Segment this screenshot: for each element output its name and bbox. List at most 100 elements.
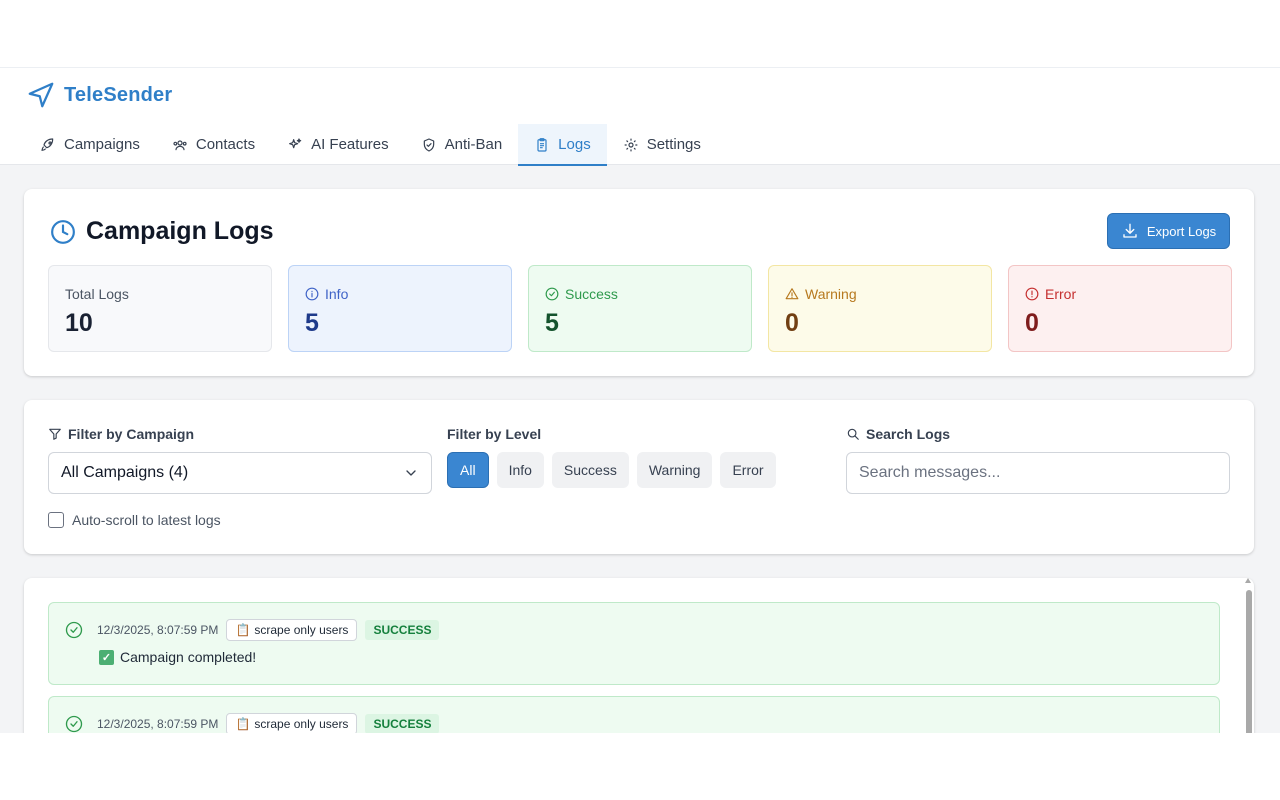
log-timestamp: 12/3/2025, 8:07:59 PM: [97, 623, 219, 637]
tab-ai-features[interactable]: AI Features: [271, 124, 405, 165]
download-icon: [1123, 223, 1137, 238]
log-timestamp: 12/3/2025, 8:07:59 PM: [97, 717, 219, 731]
tab-contacts[interactable]: Contacts: [156, 124, 271, 165]
top-blank-band: [0, 0, 1280, 68]
tab-label: Anti-Ban: [444, 136, 503, 153]
stat-warning-label: Warning: [805, 286, 857, 302]
tab-label: Settings: [646, 136, 701, 153]
auto-scroll-checkbox[interactable]: [48, 512, 64, 528]
clipboard-emoji-icon: 📋: [235, 623, 251, 637]
stat-info-label: Info: [325, 286, 349, 302]
stats-row: Total Logs 10 Info 5 Success 5 Warning 0…: [48, 265, 1232, 352]
chevron-down-icon: [406, 470, 416, 476]
filter-campaign-heading: Filter by Campaign: [48, 426, 194, 442]
scrollbar-thumb[interactable]: [1246, 590, 1252, 733]
log-meta: 12/3/2025, 8:07:59 PM 📋 scrape only user…: [65, 713, 440, 733]
auto-scroll-label: Auto-scroll to latest logs: [72, 512, 221, 528]
tab-anti-ban[interactable]: Anti-Ban: [405, 124, 519, 165]
search-label: Search Logs: [866, 426, 951, 442]
logs-scrollbar[interactable]: [1244, 578, 1252, 733]
log-entry: 12/3/2025, 8:07:59 PM 📋 scrape only user…: [48, 696, 1220, 733]
stat-success-label: Success: [565, 286, 618, 302]
stat-success: Success 5: [528, 265, 752, 352]
page-title-row: Campaign Logs: [50, 217, 274, 246]
filter-level-label: Filter by Level: [447, 426, 542, 442]
stat-success-value: 5: [545, 309, 559, 337]
filters-card: Filter by Campaign All Campaigns (4) Aut…: [24, 400, 1254, 554]
info-icon: [305, 287, 319, 301]
log-meta: 12/3/2025, 8:07:59 PM 📋 scrape only user…: [65, 619, 440, 641]
stat-info: Info 5: [288, 265, 512, 352]
main-tabs: Campaigns Contacts AI Features Anti-Ban …: [24, 124, 717, 166]
stat-label: Error: [1025, 285, 1215, 303]
check-mark-icon: ✓: [99, 649, 114, 665]
brand[interactable]: TeleSender: [26, 80, 172, 110]
tab-campaigns[interactable]: Campaigns: [24, 124, 156, 165]
logs-card: 12/3/2025, 8:07:59 PM 📋 scrape only user…: [24, 578, 1254, 733]
level-all-button[interactable]: All: [447, 452, 489, 488]
clock-icon: [51, 219, 75, 244]
stats-card: Campaign Logs Export Logs Total Logs 10 …: [24, 189, 1254, 376]
level-info-button[interactable]: Info: [496, 452, 544, 488]
log-entry: 12/3/2025, 8:07:59 PM 📋 scrape only user…: [48, 602, 1220, 685]
app-window: TeleSender Campaigns Contacts AI Feature…: [0, 68, 1280, 733]
campaign-select[interactable]: All Campaigns (4): [48, 452, 432, 494]
stat-total: Total Logs 10: [48, 265, 272, 352]
paper-plane-icon: [28, 82, 54, 108]
check-circle-icon: [545, 287, 559, 301]
level-filter-group: All Info Success Warning Error: [447, 452, 776, 488]
auto-scroll-row[interactable]: Auto-scroll to latest logs: [48, 512, 221, 528]
stat-warning: Warning 0: [768, 265, 992, 352]
clipboard-icon: [537, 137, 547, 152]
clipboard-emoji-icon: 📋: [235, 717, 251, 731]
search-icon: [847, 428, 859, 440]
tab-logs[interactable]: Logs: [518, 124, 607, 166]
stat-info-value: 5: [305, 309, 319, 337]
log-campaign-chip: 📋 scrape only users: [226, 713, 358, 733]
stat-warning-value: 0: [785, 309, 799, 337]
log-campaign-name: scrape only users: [254, 717, 349, 731]
stat-error: Error 0: [1008, 265, 1232, 352]
check-circle-icon: [65, 715, 83, 733]
check-circle-icon: [65, 621, 83, 639]
stat-label: Success: [545, 285, 735, 303]
tab-settings[interactable]: Settings: [607, 124, 717, 165]
filter-icon: [49, 428, 61, 440]
stat-total-label: Total Logs: [65, 286, 129, 302]
stat-error-label: Error: [1045, 286, 1077, 302]
gear-icon: [624, 138, 638, 151]
stat-label: Warning: [785, 285, 975, 303]
export-logs-label: Export Logs: [1146, 223, 1217, 239]
log-campaign-name: scrape only users: [254, 623, 349, 637]
log-message: ✓ Campaign completed!: [99, 649, 256, 665]
tab-label: AI Features: [311, 136, 389, 153]
level-error-button[interactable]: Error: [720, 452, 776, 488]
stat-total-value: 10: [65, 309, 93, 337]
users-icon: [173, 139, 187, 150]
stat-error-value: 0: [1025, 309, 1039, 337]
app-header: TeleSender Campaigns Contacts AI Feature…: [0, 68, 1280, 166]
scroll-up-arrow-icon[interactable]: [1245, 578, 1251, 583]
brand-name: TeleSender: [64, 83, 173, 106]
filter-level-heading: Filter by Level: [447, 426, 541, 442]
search-input[interactable]: [846, 452, 1230, 494]
alert-circle-icon: [1025, 287, 1039, 301]
shield-icon: [423, 137, 434, 152]
level-success-button[interactable]: Success: [551, 452, 629, 488]
sparkles-icon: [289, 137, 302, 148]
log-level-badge: SUCCESS: [365, 620, 440, 640]
tab-label: Campaigns: [64, 136, 140, 153]
stat-label: Info: [305, 285, 495, 303]
tab-label: Contacts: [195, 136, 256, 153]
stat-label: Total Logs: [65, 285, 255, 303]
level-warning-button[interactable]: Warning: [636, 452, 713, 488]
rocket-icon: [41, 137, 54, 151]
export-logs-button[interactable]: Export Logs: [1107, 213, 1230, 249]
warning-icon: [785, 288, 799, 300]
log-campaign-chip: 📋 scrape only users: [226, 619, 358, 641]
tab-label: Logs: [558, 136, 591, 153]
search-heading: Search Logs: [846, 426, 950, 442]
campaign-select-value: All Campaigns (4): [61, 464, 189, 481]
log-level-badge: SUCCESS: [365, 714, 440, 733]
filter-campaign-label: Filter by Campaign: [68, 426, 195, 442]
